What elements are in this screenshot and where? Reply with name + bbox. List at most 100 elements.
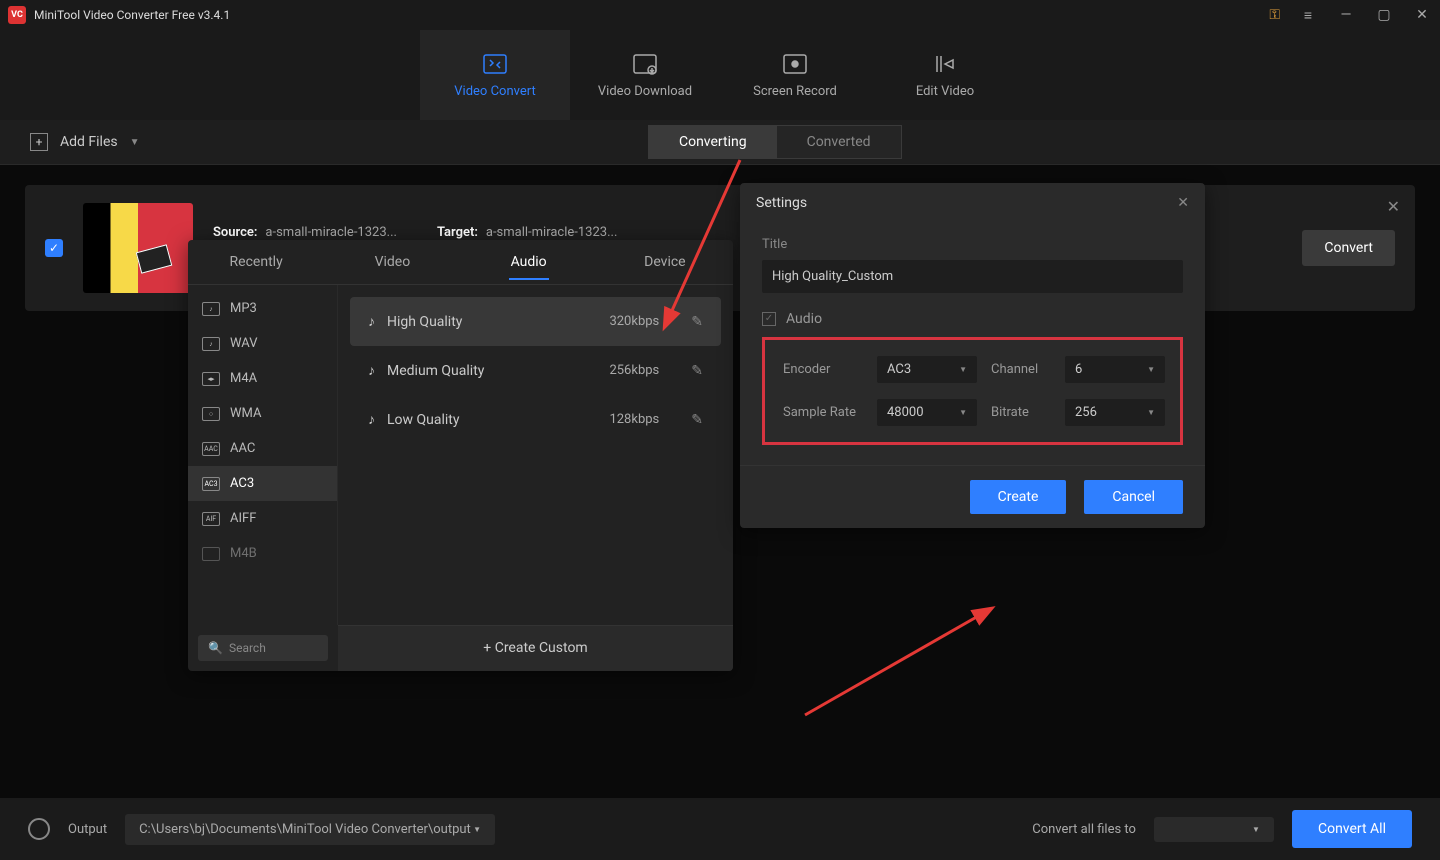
quality-list: ♪ High Quality 320kbps ✎ ♪ Medium Qualit…	[338, 285, 733, 625]
title-input[interactable]	[762, 260, 1183, 293]
samplerate-label: Sample Rate	[783, 405, 863, 420]
format-tab-recently[interactable]: Recently	[188, 240, 324, 284]
edit-icon[interactable]: ✎	[691, 363, 703, 379]
target-format-select[interactable]: ▼	[1154, 817, 1274, 842]
bitrate-label: Bitrate	[991, 405, 1051, 420]
edit-icon[interactable]: ✎	[691, 314, 703, 330]
format-icon: ♪	[202, 302, 220, 316]
tab-label: Edit Video	[916, 84, 974, 99]
quality-bitrate: 320kbps	[609, 314, 659, 329]
chevron-down-icon: ▼	[1147, 365, 1155, 374]
settings-heading: Settings	[756, 195, 807, 211]
encoder-select[interactable]: AC3▼	[877, 356, 977, 383]
quality-high[interactable]: ♪ High Quality 320kbps ✎	[350, 297, 721, 346]
format-icon: AC3	[202, 477, 220, 491]
format-item-wav[interactable]: ♪WAV	[188, 326, 337, 361]
convert-button[interactable]: Convert	[1302, 230, 1395, 266]
close-button[interactable]: ✕	[1412, 7, 1432, 23]
output-path-select[interactable]: C:\Users\bj\Documents\MiniTool Video Con…	[125, 814, 495, 845]
target-label: Target:	[437, 225, 478, 240]
convert-all-files-label: Convert all files to	[1032, 822, 1136, 837]
format-item-ac3[interactable]: AC3AC3	[188, 466, 337, 501]
format-item-m4b[interactable]: M4B	[188, 536, 337, 571]
format-tab-audio[interactable]: Audio	[461, 240, 597, 284]
content-area: ✕ ✓ Source:a-small-miracle-1323... MP3 ⏱…	[0, 165, 1440, 331]
format-icon	[202, 547, 220, 561]
format-item-aiff[interactable]: AIFAIFF	[188, 501, 337, 536]
samplerate-select[interactable]: 48000▼	[877, 399, 977, 426]
create-custom-button[interactable]: + Create Custom	[338, 625, 733, 671]
format-search-input[interactable]: 🔍Search	[198, 635, 328, 661]
convert-icon	[481, 52, 509, 76]
format-icon: AAC	[202, 442, 220, 456]
tab-video-convert[interactable]: Video Convert	[420, 30, 570, 120]
tab-video-download[interactable]: Video Download	[570, 30, 720, 120]
tab-label: Video Download	[598, 84, 692, 99]
app-logo: VC	[8, 6, 26, 24]
music-note-icon: ♪	[368, 313, 375, 330]
chevron-down-icon: ▼	[1252, 825, 1260, 834]
top-tabs: Video Convert Video Download Screen Reco…	[0, 30, 1440, 120]
minimize-button[interactable]: —	[1336, 7, 1356, 23]
add-files-button[interactable]: + Add Files ▼	[30, 133, 140, 151]
tab-edit-video[interactable]: Edit Video	[870, 30, 1020, 120]
format-icon: ○	[202, 407, 220, 421]
file-thumbnail	[83, 203, 193, 293]
tab-label: Screen Record	[753, 84, 837, 99]
format-icon: ◂▸	[202, 372, 220, 386]
clock-icon[interactable]	[28, 818, 50, 840]
chevron-down-icon: ▼	[473, 825, 481, 834]
download-icon	[631, 52, 659, 76]
audio-checkbox[interactable]	[762, 312, 776, 326]
format-tab-video[interactable]: Video	[324, 240, 460, 284]
tab-converted[interactable]: Converted	[777, 126, 901, 158]
source-label: Source:	[213, 225, 257, 240]
plus-icon: +	[30, 133, 48, 151]
format-icon: AIF	[202, 512, 220, 526]
bitrate-select[interactable]: 256▼	[1065, 399, 1165, 426]
chevron-down-icon: ▼	[959, 408, 967, 417]
tab-screen-record[interactable]: Screen Record	[720, 30, 870, 120]
format-popup: Recently Video Audio Device ♪MP3 ♪WAV ◂▸…	[188, 240, 733, 671]
format-tab-device[interactable]: Device	[597, 240, 733, 284]
format-item-wma[interactable]: ○WMA	[188, 396, 337, 431]
toolbar: + Add Files ▼ Converting Converted	[0, 120, 1440, 165]
conversion-state-tabs: Converting Converted	[648, 125, 902, 159]
format-item-aac[interactable]: AACAAC	[188, 431, 337, 466]
chevron-down-icon: ▼	[959, 365, 967, 374]
menu-icon[interactable]: ≡	[1298, 7, 1318, 24]
music-note-icon: ♪	[368, 362, 375, 379]
quality-bitrate: 256kbps	[609, 363, 659, 378]
quality-name: Medium Quality	[387, 363, 484, 379]
encoder-label: Encoder	[783, 362, 863, 377]
tab-converting[interactable]: Converting	[649, 126, 777, 158]
format-item-m4a[interactable]: ◂▸M4A	[188, 361, 337, 396]
format-list[interactable]: ♪MP3 ♪WAV ◂▸M4A ○WMA AACAAC AC3AC3 AIFAI…	[188, 285, 338, 625]
create-button[interactable]: Create	[970, 480, 1067, 514]
key-icon[interactable]: ⚿	[1269, 7, 1280, 23]
title-label: Title	[762, 237, 1183, 252]
convert-all-button[interactable]: Convert All	[1292, 810, 1412, 848]
file-checkbox[interactable]: ✓	[45, 239, 63, 257]
remove-file-button[interactable]: ✕	[1387, 197, 1400, 216]
app-title: MiniTool Video Converter Free v3.4.1	[34, 8, 230, 22]
record-icon	[781, 52, 809, 76]
maximize-button[interactable]: ▢	[1374, 7, 1394, 23]
channel-label: Channel	[991, 362, 1051, 377]
quality-medium[interactable]: ♪ Medium Quality 256kbps ✎	[350, 346, 721, 395]
audio-settings-grid: Encoder AC3▼ Channel 6▼ Sample Rate 4800…	[762, 337, 1183, 445]
search-icon: 🔍	[208, 641, 223, 655]
format-item-mp3[interactable]: ♪MP3	[188, 291, 337, 326]
tab-label: Video Convert	[454, 84, 535, 99]
output-label: Output	[68, 822, 107, 837]
cancel-button[interactable]: Cancel	[1084, 480, 1183, 514]
chevron-down-icon: ▼	[1147, 408, 1155, 417]
quality-low[interactable]: ♪ Low Quality 128kbps ✎	[350, 395, 721, 444]
annotation-arrow	[795, 605, 995, 729]
quality-name: Low Quality	[387, 412, 460, 428]
bottom-bar: Output C:\Users\bj\Documents\MiniTool Vi…	[0, 798, 1440, 860]
channel-select[interactable]: 6▼	[1065, 356, 1165, 383]
edit-icon[interactable]: ✎	[691, 412, 703, 428]
settings-close-button[interactable]: ✕	[1177, 195, 1189, 211]
music-note-icon: ♪	[368, 411, 375, 428]
